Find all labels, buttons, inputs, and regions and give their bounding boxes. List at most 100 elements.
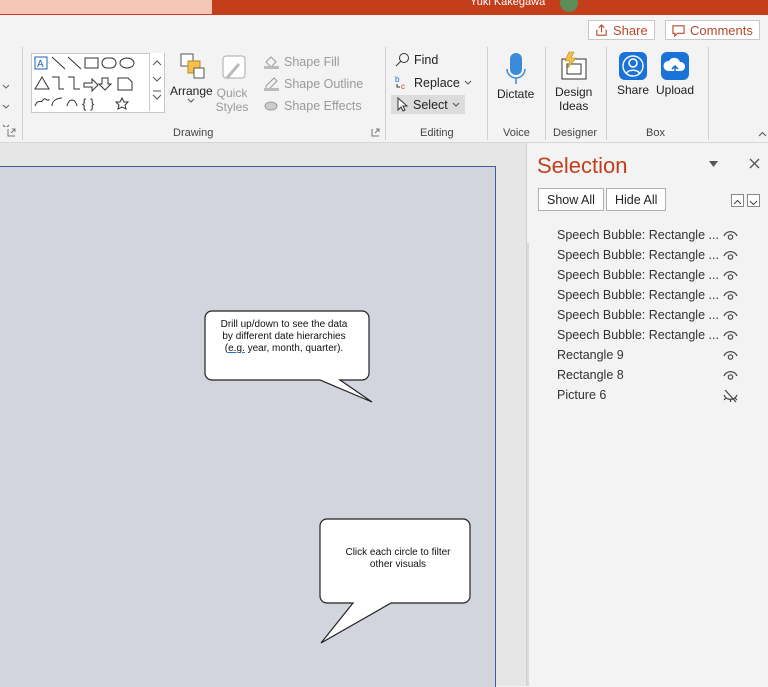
slide-canvas[interactable]: Drill up/down to see the data by differe… — [0, 166, 496, 687]
quick-styles-button[interactable]: Quick Styles — [215, 52, 249, 114]
design-ideas-label-1: Design — [555, 85, 593, 99]
chevron-down-icon — [452, 102, 460, 107]
group-separator — [708, 47, 709, 140]
group-separator — [385, 47, 386, 140]
callout-text-filter[interactable]: Click each circle to filter other visual… — [335, 547, 461, 571]
eye-icon[interactable] — [722, 369, 739, 383]
eye-icon[interactable] — [722, 249, 739, 263]
group-label-editing: Editing — [420, 127, 454, 139]
group-label-box: Box — [646, 127, 665, 139]
quick-styles-label-2: Styles — [215, 100, 249, 114]
selection-list-item[interactable]: Speech Bubble: Rectangle ... — [557, 248, 719, 262]
upload-button[interactable]: Upload — [656, 51, 694, 97]
chevron-down-icon[interactable] — [2, 67, 10, 127]
selection-pane-title: Selection — [537, 153, 628, 178]
speech-bubble-shape[interactable] — [319, 518, 471, 644]
design-ideas-button[interactable]: Design Ideas — [555, 51, 592, 113]
svg-text:c: c — [401, 82, 405, 90]
dictate-label: Dictate — [497, 87, 535, 101]
arrange-label: Arrange — [170, 84, 213, 98]
shapes-gallery[interactable]: A { } — [31, 53, 165, 113]
user-avatar[interactable] — [560, 0, 578, 12]
search-box[interactable] — [0, 0, 212, 14]
selection-pane: Selection Show All Hide All Speech Bubbl… — [526, 143, 768, 686]
eye-icon[interactable] — [722, 329, 739, 343]
arrange-button[interactable]: Arrange — [170, 52, 213, 104]
share-person-icon — [619, 52, 648, 80]
shape-outline-label: Shape Outline — [284, 76, 364, 91]
cursor-arrow-icon — [397, 97, 409, 112]
shape-fill-button[interactable]: Shape Fill — [263, 54, 340, 69]
hide-all-button[interactable]: Hide All — [606, 188, 667, 211]
box-share-button[interactable]: Share — [617, 51, 649, 97]
group-label-drawing: Drawing — [173, 127, 214, 139]
replace-button[interactable]: bc Replace — [395, 75, 472, 90]
share-label: Share — [613, 22, 648, 38]
eye-icon[interactable] — [722, 349, 739, 363]
select-button[interactable]: Select — [391, 95, 465, 114]
shape-fill-label: Shape Fill — [284, 54, 340, 69]
group-separator — [606, 47, 607, 140]
group-label-voice: Voice — [503, 127, 530, 139]
eye-icon[interactable] — [722, 309, 739, 323]
quick-styles-icon — [222, 55, 246, 79]
callout-text-date-hierarchy[interactable]: Drill up/down to see the data by differe… — [214, 319, 354, 355]
box-share-label: Share — [617, 83, 650, 97]
gallery-scroll[interactable] — [149, 53, 164, 111]
pane-options-icon[interactable] — [709, 161, 718, 167]
selection-list-item[interactable]: Speech Bubble: Rectangle ... — [557, 308, 719, 322]
select-label: Select — [413, 97, 448, 112]
selection-list-item[interactable]: Speech Bubble: Rectangle ... — [557, 268, 719, 282]
selection-list-item[interactable]: Speech Bubble: Rectangle ... — [557, 288, 719, 302]
selection-list-item[interactable]: Speech Bubble: Rectangle ... — [557, 228, 719, 242]
eye-icon[interactable] — [722, 269, 739, 283]
eye-hidden-icon[interactable] — [722, 389, 739, 403]
comment-icon — [672, 24, 685, 37]
find-label: Find — [414, 52, 439, 67]
shapes-gallery-icons: A { } — [34, 56, 135, 111]
group-label-designer: Designer — [553, 127, 598, 139]
selection-list-item[interactable]: Picture 6 — [557, 388, 606, 402]
selection-list-item[interactable]: Speech Bubble: Rectangle ... — [557, 328, 719, 342]
bring-forward-button[interactable] — [731, 194, 744, 207]
eye-icon[interactable] — [722, 289, 739, 303]
dialog-launcher-icon[interactable] — [7, 128, 16, 137]
selection-list-item[interactable]: Rectangle 8 — [557, 368, 624, 382]
share-icon — [596, 23, 607, 36]
shape-outline-button[interactable]: Shape Outline — [263, 76, 363, 91]
chevron-down-icon — [464, 80, 472, 85]
close-icon[interactable] — [749, 158, 760, 169]
shape-effects-button[interactable]: Shape Effects — [263, 98, 362, 113]
comments-button[interactable]: Comments — [665, 20, 760, 40]
gallery-scroll-icons — [152, 60, 162, 100]
quick-styles-label-1: Quick — [216, 86, 248, 100]
comments-label: Comments — [690, 22, 753, 38]
user-name[interactable]: Yuki Kakegawa — [470, 0, 545, 8]
collapse-ribbon-icon[interactable] — [758, 131, 767, 137]
svg-text:{ }: { } — [82, 96, 95, 111]
chevron-down-icon — [749, 200, 758, 206]
chevron-down-icon — [187, 98, 195, 103]
eye-icon[interactable] — [722, 229, 739, 243]
svg-text:A: A — [37, 59, 44, 70]
show-all-button[interactable]: Show All — [538, 188, 604, 211]
replace-label: Replace — [414, 75, 460, 90]
pane-resize-border[interactable] — [527, 243, 529, 686]
search-icon — [395, 53, 409, 67]
selection-list-item[interactable]: Rectangle 9 — [557, 348, 624, 362]
group-separator — [545, 47, 546, 140]
dialog-launcher-icon[interactable] — [371, 128, 380, 137]
svg-text:b: b — [395, 75, 400, 84]
dictate-button[interactable]: Dictate — [497, 51, 534, 101]
pencil-icon — [264, 77, 279, 91]
design-ideas-icon — [561, 51, 587, 80]
find-button[interactable]: Find — [395, 52, 438, 67]
shape-effects-icon — [264, 101, 278, 111]
send-backward-button[interactable] — [747, 194, 760, 207]
microphone-icon — [505, 53, 526, 84]
shape-effects-label: Shape Effects — [284, 98, 362, 113]
cloud-upload-icon — [661, 52, 690, 80]
group-separator — [487, 47, 488, 140]
upload-label: Upload — [656, 83, 695, 97]
share-button[interactable]: Share — [588, 20, 655, 40]
